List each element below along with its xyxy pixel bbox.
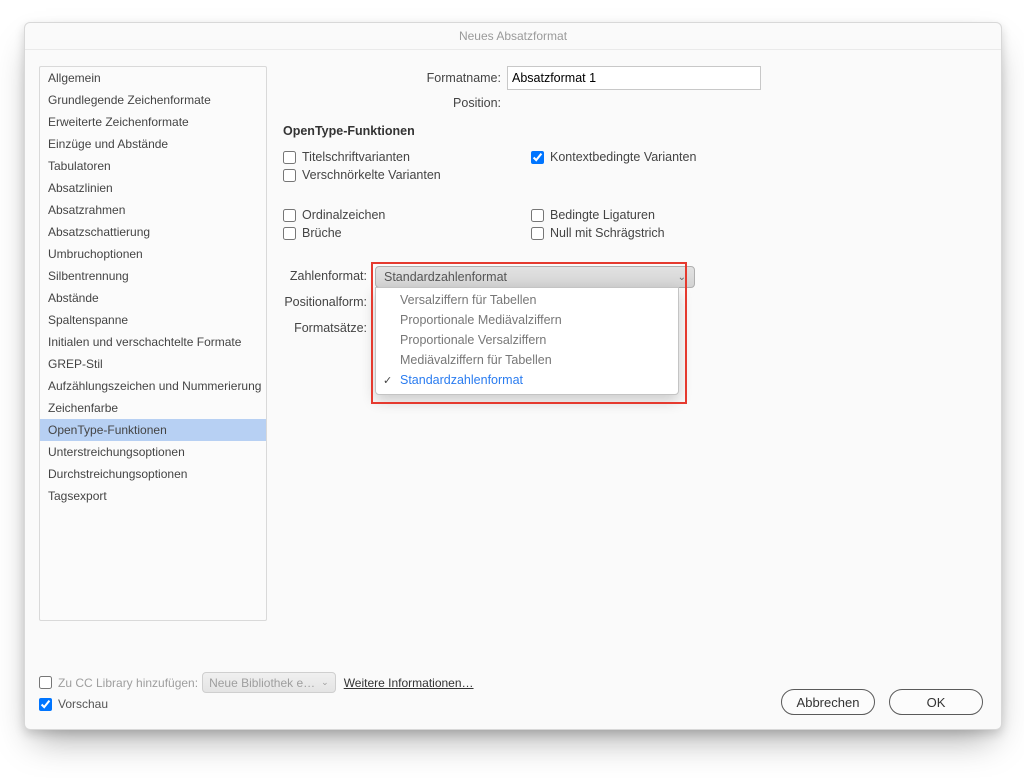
formatname-input[interactable] [507, 66, 761, 90]
sidebar-item[interactable]: Durchstreichungsoptionen [40, 463, 266, 485]
check-icon: ✓ [383, 374, 392, 387]
sidebar-item[interactable]: Silbentrennung [40, 265, 266, 287]
zahlenformat-option[interactable]: ✓ Standardzahlenformat [376, 370, 678, 390]
dropdown-value: Neue Bibliothek e… [209, 676, 315, 690]
sidebar-item[interactable]: Grundlegende Zeichenformate [40, 89, 266, 111]
option-label: Mediävalziffern für Tabellen [400, 353, 552, 367]
sidebar-item[interactable]: Einzüge und Abstände [40, 133, 266, 155]
checkbox-label: Verschnörkelte Varianten [302, 168, 441, 182]
sidebar-item[interactable]: Erweiterte Zeichenformate [40, 111, 266, 133]
sidebar-item[interactable]: Initialen und verschachtelte Formate [40, 331, 266, 353]
zahlenformat-dropdown[interactable]: Standardzahlenformat ⌄ [375, 266, 695, 288]
cc-library-label: Zu CC Library hinzufügen: [58, 676, 198, 690]
discretionary-ligatures-checkbox[interactable]: Bedingte Ligaturen [531, 208, 779, 222]
more-info-link[interactable]: Weitere Informationen… [344, 676, 474, 690]
checkbox-label: Kontextbedingte Varianten [550, 150, 696, 164]
sidebar-item[interactable]: OpenType-Funktionen [40, 419, 266, 441]
cc-library-checkbox[interactable] [39, 676, 52, 689]
sidebar-item[interactable]: Absatzrahmen [40, 199, 266, 221]
option-label: Versalziffern für Tabellen [400, 293, 536, 307]
chevron-down-icon: ⌄ [321, 677, 329, 688]
preview-label: Vorschau [58, 697, 108, 711]
cancel-button[interactable]: Abbrechen [781, 689, 875, 715]
zahlenformat-menu: Versalziffern für Tabellen Proportionale … [375, 287, 679, 395]
zahlenformat-option[interactable]: Proportionale Versalziffern [376, 330, 678, 350]
ordinal-checkbox[interactable]: Ordinalzeichen [283, 208, 531, 222]
checkbox-label: Ordinalzeichen [302, 208, 385, 222]
option-label: Standardzahlenformat [400, 373, 523, 387]
sidebar-item[interactable]: Unterstreichungsoptionen [40, 441, 266, 463]
window-title: Neues Absatzformat [25, 23, 1001, 50]
position-label: Position: [283, 96, 507, 110]
formatsaetze-label: Formatsätze: [294, 318, 367, 338]
cc-library-dropdown[interactable]: Neue Bibliothek e… ⌄ [202, 672, 336, 693]
sidebar-item[interactable]: Abstände [40, 287, 266, 309]
sidebar-item[interactable]: Umbruchoptionen [40, 243, 266, 265]
sidebar-item[interactable]: Aufzählungszeichen und Nummerierung [40, 375, 266, 397]
checkbox-label: Titelschriftvarianten [302, 150, 410, 164]
sidebar-item[interactable]: Spaltenspanne [40, 309, 266, 331]
checkbox-label: Brüche [302, 226, 342, 240]
sidebar-item[interactable]: Tagsexport [40, 485, 266, 507]
chevron-down-icon: ⌄ [678, 272, 686, 283]
sidebar-item[interactable]: Zeichenfarbe [40, 397, 266, 419]
sidebar-item[interactable]: Allgemein [40, 67, 266, 89]
checkbox-label: Null mit Schrägstrich [550, 226, 665, 240]
dropdown-value: Standardzahlenformat [384, 270, 507, 284]
positionalform-label: Positionalform: [284, 292, 367, 312]
sidebar-item[interactable]: Tabulatoren [40, 155, 266, 177]
zahlenformat-option[interactable]: Mediävalziffern für Tabellen [376, 350, 678, 370]
titling-variants-checkbox[interactable]: Titelschriftvarianten [283, 150, 531, 164]
zahlenformat-label: Zahlenformat: [290, 266, 367, 286]
dropdown-labels: Zahlenformat: Positionalform: Formatsätz… [283, 266, 367, 338]
dialog-window: Neues Absatzformat AllgemeinGrundlegende… [24, 22, 1002, 730]
zahlenformat-option[interactable]: Proportionale Mediävalziffern [376, 310, 678, 330]
slashed-zero-checkbox[interactable]: Null mit Schrägstrich [531, 226, 779, 240]
category-sidebar: AllgemeinGrundlegende ZeichenformateErwe… [39, 66, 267, 621]
fractions-checkbox[interactable]: Brüche [283, 226, 531, 240]
dialog-footer: Zu CC Library hinzufügen: Neue Bibliothe… [39, 672, 983, 715]
swash-variants-checkbox[interactable]: Verschnörkelte Varianten [283, 168, 531, 182]
section-title: OpenType-Funktionen [283, 124, 983, 138]
option-label: Proportionale Versalziffern [400, 333, 546, 347]
zahlenformat-option[interactable]: Versalziffern für Tabellen [376, 290, 678, 310]
option-label: Proportionale Mediävalziffern [400, 313, 562, 327]
sidebar-item[interactable]: Absatzschattierung [40, 221, 266, 243]
checkbox-label: Bedingte Ligaturen [550, 208, 655, 222]
sidebar-item[interactable]: Absatzlinien [40, 177, 266, 199]
sidebar-item[interactable]: GREP-Stil [40, 353, 266, 375]
preview-checkbox[interactable] [39, 698, 52, 711]
ok-button[interactable]: OK [889, 689, 983, 715]
contextual-variants-checkbox[interactable]: Kontextbedingte Varianten [531, 150, 779, 164]
formatname-label: Formatname: [283, 71, 507, 85]
main-panel: Formatname: Position: OpenType-Funktione… [283, 66, 983, 621]
